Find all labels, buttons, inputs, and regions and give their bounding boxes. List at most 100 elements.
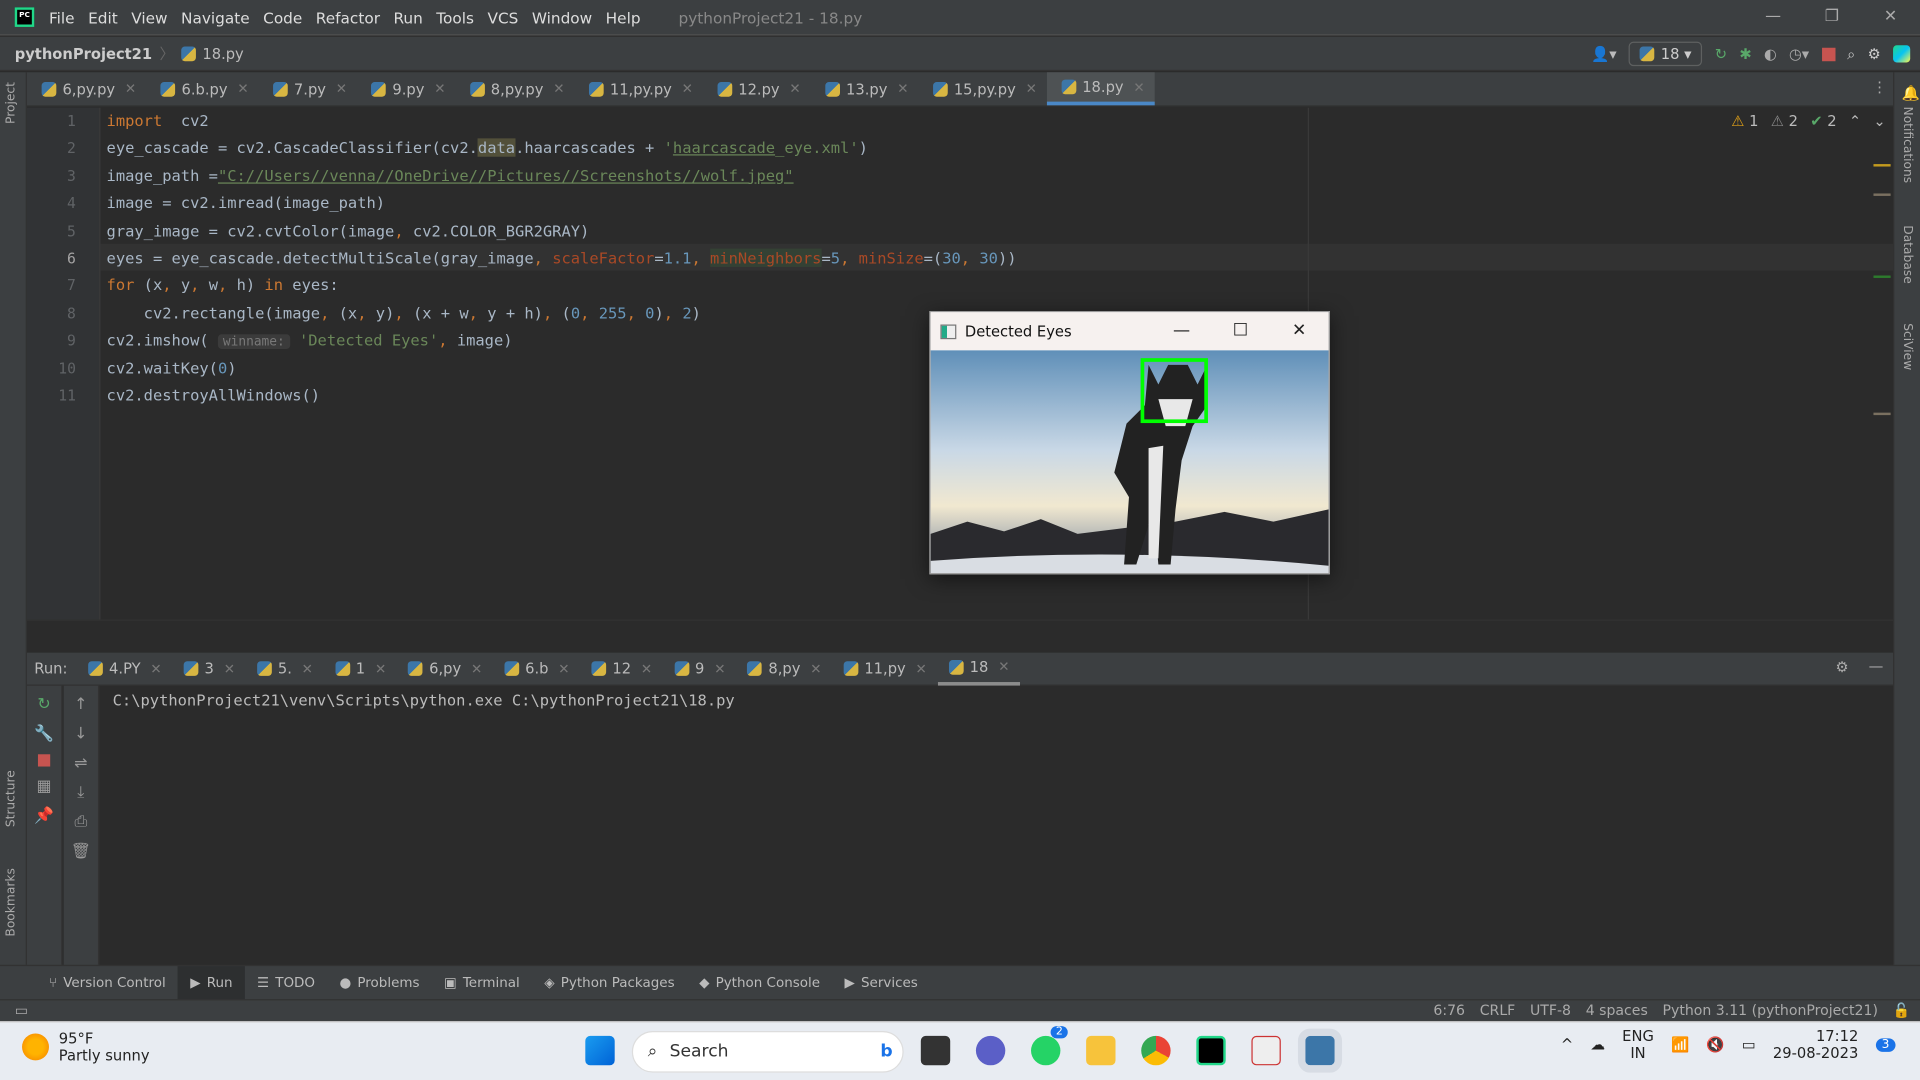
editor-tab[interactable]: 11,py.py ✕ bbox=[574, 72, 702, 105]
debug-icon[interactable]: ✱ bbox=[1739, 45, 1751, 62]
run-tab[interactable]: 4.PY ✕ bbox=[77, 652, 172, 685]
menu-vcs[interactable]: VCS bbox=[487, 8, 518, 26]
whatsapp-icon[interactable]: 2 bbox=[1031, 1026, 1068, 1066]
menu-file[interactable]: File bbox=[49, 8, 75, 26]
code-line[interactable]: cv2.imshow( winname: 'Detected Eyes', im… bbox=[107, 327, 513, 354]
run-settings-icon[interactable]: ⚙ bbox=[1836, 659, 1849, 676]
minimize-button[interactable]: — bbox=[1744, 0, 1803, 34]
tool-window-services[interactable]: ▶ Services bbox=[832, 966, 930, 1000]
cv-maximize-button[interactable]: ☐ bbox=[1211, 312, 1270, 350]
code-line[interactable]: eyes = eye_cascade.detectMultiScale(gray… bbox=[107, 245, 1017, 272]
tool-window-version-control[interactable]: ⑂ Version Control bbox=[37, 966, 178, 1000]
editor-tab[interactable]: 18.py ✕ bbox=[1046, 72, 1155, 106]
bookmarks-tool-button[interactable]: Bookmarks bbox=[5, 868, 18, 936]
cv-minimize-button[interactable]: — bbox=[1152, 312, 1211, 350]
close-tab-icon[interactable]: ✕ bbox=[682, 81, 693, 97]
layout-icon[interactable]: ▦ bbox=[37, 778, 52, 796]
search-icon[interactable]: ⌕ bbox=[1847, 45, 1855, 63]
file-encoding[interactable]: UTF-8 bbox=[1530, 1000, 1571, 1020]
cv-window-titlebar[interactable]: Detected Eyes — ☐ ✕ bbox=[930, 312, 1329, 351]
layout-toggle-icon[interactable]: ▭ bbox=[15, 1002, 28, 1019]
start-button-icon[interactable] bbox=[585, 1035, 615, 1066]
code-line[interactable]: cv2.destroyAllWindows() bbox=[107, 382, 321, 409]
close-run-tab-icon[interactable]: ✕ bbox=[302, 661, 313, 677]
wrench-icon[interactable]: 🔧 bbox=[34, 725, 54, 743]
close-run-tab-icon[interactable]: ✕ bbox=[998, 659, 1009, 675]
menu-window[interactable]: Window bbox=[532, 8, 592, 26]
file-explorer-icon[interactable] bbox=[1086, 1035, 1116, 1066]
menu-code[interactable]: Code bbox=[263, 8, 302, 26]
rerun-icon[interactable]: ↻ bbox=[1715, 45, 1727, 62]
close-tab-icon[interactable]: ✕ bbox=[336, 81, 347, 97]
line-separator[interactable]: CRLF bbox=[1480, 1000, 1516, 1020]
trash-icon[interactable]: 🗑 bbox=[71, 842, 91, 860]
warning-count[interactable]: ⚠ 2 bbox=[1771, 113, 1798, 130]
profile-icon[interactable]: ◷▾ bbox=[1789, 45, 1809, 62]
editor-tab[interactable]: 8,py.py ✕ bbox=[455, 72, 574, 105]
close-run-tab-icon[interactable]: ✕ bbox=[558, 661, 569, 677]
panel-splitter[interactable] bbox=[26, 619, 1894, 653]
code-line[interactable]: image = cv2.imread(image_path) bbox=[107, 190, 386, 217]
scroll-to-end-icon[interactable]: ⤓ bbox=[77, 784, 84, 802]
previous-highlight-icon[interactable]: ⌃ bbox=[1849, 113, 1861, 130]
user-icon[interactable]: 👤▾ bbox=[1591, 45, 1617, 62]
run-tab[interactable]: 9 ✕ bbox=[663, 652, 736, 685]
editor-tab[interactable]: 12.py ✕ bbox=[703, 72, 811, 105]
typo-count[interactable]: ✔ 2 bbox=[1810, 113, 1836, 130]
code-line[interactable]: eye_cascade = cv2.CascadeClassifier(cv2.… bbox=[107, 135, 868, 162]
tool-window-python-console[interactable]: ◆ Python Console bbox=[687, 966, 832, 1000]
run-tab[interactable]: 5. ✕ bbox=[246, 652, 324, 685]
menu-view[interactable]: View bbox=[131, 8, 167, 26]
wifi-icon[interactable]: 📶 bbox=[1671, 1036, 1689, 1053]
warning-stripe-marker[interactable] bbox=[1873, 412, 1891, 416]
breadcrumb-file[interactable]: 18.py bbox=[202, 45, 243, 62]
tool-window-terminal[interactable]: ▣ Terminal bbox=[432, 966, 532, 1000]
language-indicator[interactable]: ENG IN bbox=[1622, 1027, 1654, 1061]
menu-refactor[interactable]: Refactor bbox=[316, 8, 380, 26]
python-window-taskbar-icon[interactable] bbox=[1297, 1028, 1343, 1073]
typo-stripe-marker[interactable] bbox=[1873, 275, 1891, 278]
cv-close-button[interactable]: ✕ bbox=[1270, 312, 1329, 350]
menu-run[interactable]: Run bbox=[393, 8, 422, 26]
close-tab-icon[interactable]: ✕ bbox=[125, 81, 136, 97]
close-run-tab-icon[interactable]: ✕ bbox=[916, 661, 927, 677]
code-line[interactable]: import cv2 bbox=[107, 108, 209, 135]
breadcrumb-project[interactable]: pythonProject21 bbox=[15, 45, 152, 62]
chrome-icon[interactable] bbox=[1141, 1035, 1171, 1066]
run-tab[interactable]: 1 ✕ bbox=[324, 652, 397, 685]
run-tab[interactable]: 18 ✕ bbox=[937, 652, 1021, 686]
snipping-tool-icon[interactable] bbox=[1251, 1035, 1281, 1066]
volume-muted-icon[interactable]: 🔇 bbox=[1706, 1036, 1724, 1053]
close-run-tab-icon[interactable]: ✕ bbox=[471, 661, 482, 677]
close-tab-icon[interactable]: ✕ bbox=[1026, 81, 1037, 97]
run-tab[interactable]: 6.b ✕ bbox=[493, 652, 580, 685]
onedrive-cloud-icon[interactable]: ☁ bbox=[1590, 1036, 1605, 1053]
stop-icon[interactable] bbox=[1821, 47, 1835, 61]
show-hidden-icons-chevron-icon[interactable]: ^ bbox=[1561, 1036, 1573, 1053]
run-config-select[interactable]: 18 ▾ bbox=[1628, 41, 1703, 67]
close-tab-icon[interactable]: ✕ bbox=[1133, 79, 1144, 95]
sciview-tool-button[interactable]: SciView bbox=[1900, 323, 1913, 370]
indent-setting[interactable]: 4 spaces bbox=[1586, 1000, 1648, 1020]
editor-tab[interactable]: 7.py ✕ bbox=[258, 72, 356, 105]
code-line[interactable]: image_path ="C://Users//venna//OneDrive/… bbox=[107, 163, 794, 190]
up-arrow-icon[interactable]: ↑ bbox=[74, 696, 87, 714]
taskbar-search[interactable]: ⌕ Search b bbox=[631, 1031, 904, 1073]
battery-icon[interactable]: ▭ bbox=[1742, 1036, 1756, 1053]
close-tab-icon[interactable]: ✕ bbox=[434, 81, 445, 97]
project-tool-button[interactable]: Project bbox=[5, 82, 18, 124]
print-icon[interactable]: ⎙ bbox=[74, 813, 87, 831]
editor-tab[interactable]: 9.py ✕ bbox=[357, 72, 455, 105]
close-run-tab-icon[interactable]: ✕ bbox=[150, 661, 161, 677]
hide-panel-icon[interactable]: — bbox=[1869, 658, 1884, 675]
teams-chat-icon[interactable] bbox=[975, 1035, 1006, 1066]
stop-icon[interactable] bbox=[37, 754, 51, 767]
pin-icon[interactable]: 📌 bbox=[34, 807, 54, 825]
pycharm-taskbar-icon[interactable] bbox=[1196, 1035, 1226, 1066]
close-tab-icon[interactable]: ✕ bbox=[553, 81, 564, 97]
tool-window-problems[interactable]: ● Problems bbox=[327, 966, 431, 1000]
close-tab-icon[interactable]: ✕ bbox=[897, 81, 908, 97]
menu-navigate[interactable]: Navigate bbox=[181, 8, 250, 26]
run-tab[interactable]: 8,py ✕ bbox=[737, 652, 833, 685]
error-count[interactable]: ⚠ 1 bbox=[1731, 113, 1758, 130]
